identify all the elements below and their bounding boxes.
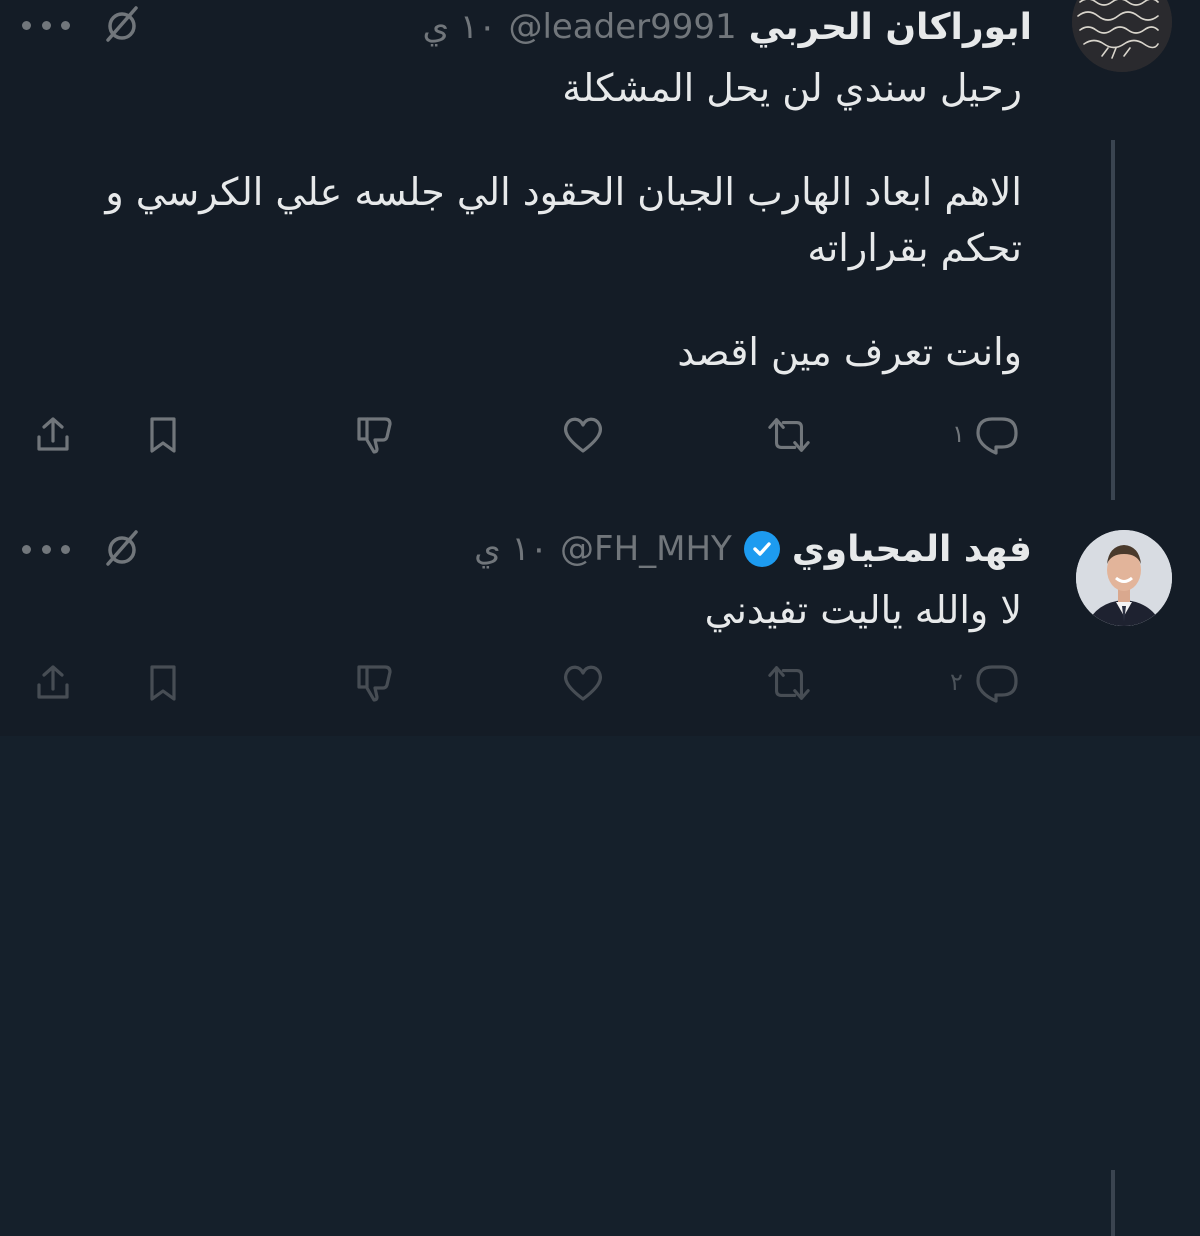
- reply-icon[interactable]: [974, 660, 1020, 706]
- tweet-text-line: الاهم ابعاد الهارب الجبان الحقود الي جلس…: [105, 170, 1022, 214]
- retweet-icon[interactable]: [766, 412, 812, 458]
- retweet-icon[interactable]: [766, 660, 812, 706]
- timestamp[interactable]: ١٠ ي: [422, 7, 496, 47]
- grok-icon[interactable]: [102, 4, 142, 44]
- more-dots-icon[interactable]: [22, 18, 70, 32]
- reply-count: ١: [952, 420, 965, 448]
- thread-line: [1111, 1170, 1115, 1236]
- handle[interactable]: @FH_MHY: [560, 529, 732, 569]
- tweet-text: لا والله ياليت تفيدني: [62, 582, 1022, 638]
- avatar[interactable]: [1076, 530, 1172, 626]
- like-icon[interactable]: [560, 660, 606, 706]
- downvote-icon[interactable]: [352, 660, 398, 706]
- bookmark-icon[interactable]: [140, 660, 186, 706]
- tweet-text-line: تحكم بقراراته: [807, 226, 1022, 270]
- tweet-text-line: لا والله ياليت تفيدني: [704, 588, 1022, 632]
- tweet[interactable]: ابوراكان الحربي @leader9991 ١٠ ي رحيل سن…: [0, 0, 1200, 500]
- tweet-text: رحيل سندي لن يحل المشكلة الاهم ابعاد اله…: [62, 60, 1022, 380]
- handle[interactable]: @leader9991: [508, 7, 736, 47]
- like-icon[interactable]: [560, 412, 606, 458]
- action-bar: ٢: [0, 660, 1200, 710]
- tweet[interactable]: فهد المحياوي @FH_MHY ١٠ ي لا والله ياليت…: [0, 500, 1200, 1236]
- verified-badge-icon: [743, 531, 780, 567]
- paragraph-break: [62, 116, 1022, 164]
- share-icon[interactable]: [30, 412, 76, 458]
- display-name[interactable]: فهد المحياوي: [792, 529, 1032, 570]
- grok-icon[interactable]: [102, 528, 142, 568]
- paragraph-break: [62, 276, 1022, 324]
- share-icon[interactable]: [30, 660, 76, 706]
- downvote-icon[interactable]: [352, 412, 398, 458]
- action-bar: ١: [0, 412, 1200, 462]
- timestamp[interactable]: ١٠ ي: [474, 529, 548, 569]
- bookmark-icon[interactable]: [140, 412, 186, 458]
- more-dots-icon[interactable]: [22, 542, 70, 556]
- avatar[interactable]: [1072, 0, 1172, 72]
- display-name[interactable]: ابوراكان الحربي: [749, 7, 1032, 48]
- tweet-text-line: رحيل سندي لن يحل المشكلة: [562, 66, 1022, 110]
- reply-count: ٢: [950, 668, 963, 696]
- reply-icon[interactable]: [974, 412, 1020, 458]
- tweet-text-line: وانت تعرف مين اقصد: [677, 330, 1022, 374]
- tweet-header: فهد المحياوي @FH_MHY ١٠ ي: [474, 524, 1032, 574]
- tweet-header: ابوراكان الحربي @leader9991 ١٠ ي: [422, 2, 1032, 52]
